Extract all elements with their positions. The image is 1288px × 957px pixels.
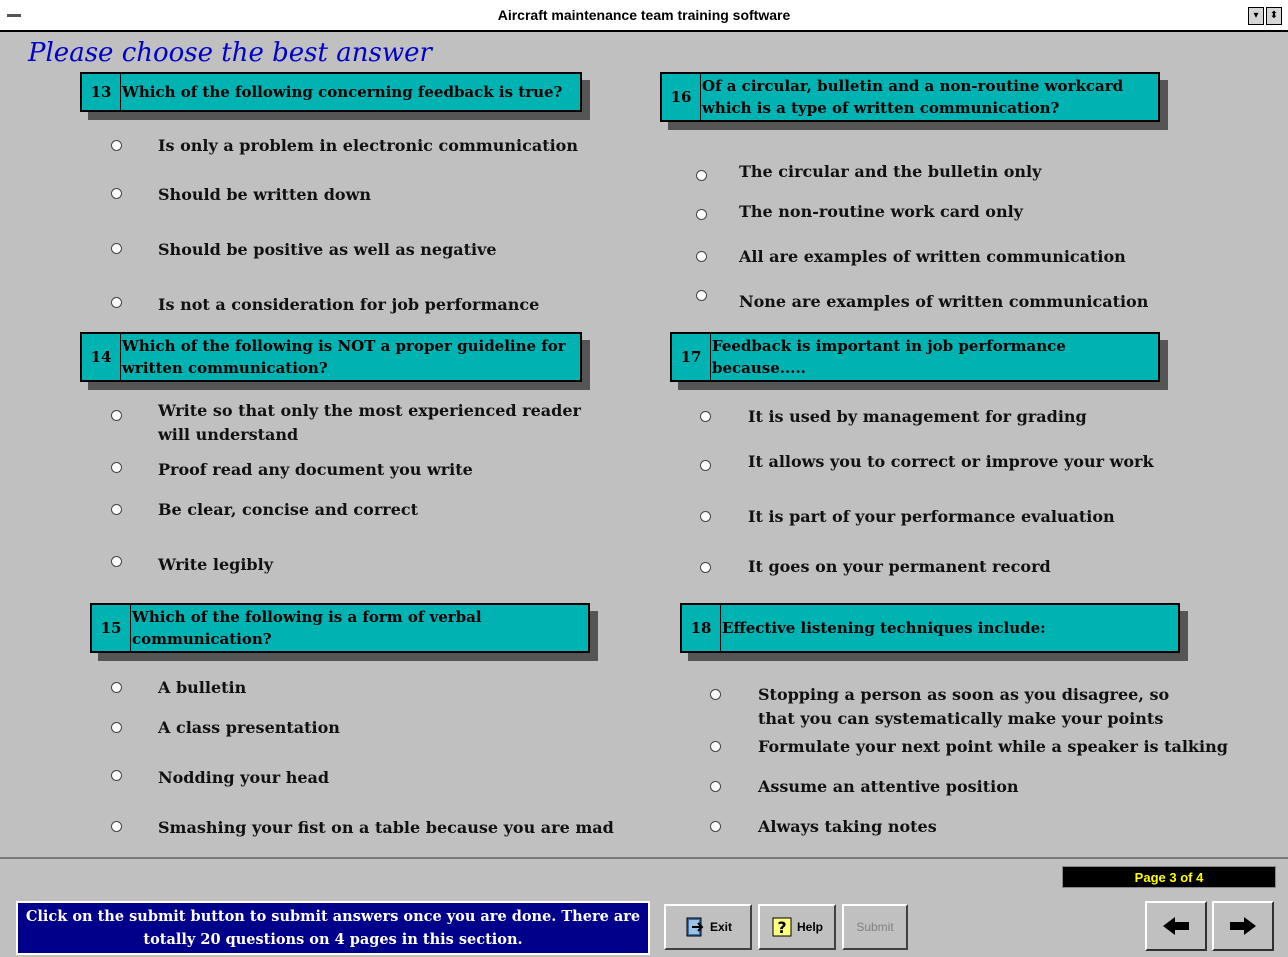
question-number: 13 <box>82 74 121 110</box>
q14-option-4-label[interactable]: Write legibly <box>158 553 273 577</box>
page-indicator: Page 3 of 4 <box>1062 866 1276 888</box>
title-bar: Aircraft maintenance team training softw… <box>0 0 1288 32</box>
q17-option-1-radio[interactable] <box>700 411 711 422</box>
maximize-button[interactable]: ⬍ <box>1266 7 1282 25</box>
q17-option-4-radio[interactable] <box>700 562 711 573</box>
window-frame <box>0 32 8 957</box>
q15-option-1-label[interactable]: A bulletin <box>158 676 246 700</box>
exit-button[interactable]: Exit <box>664 904 752 950</box>
q17-option-4-label[interactable]: It goes on your permanent record <box>748 555 1051 579</box>
help-button-label: Help <box>796 920 823 934</box>
question-16-box: 16 Of a circular, bulletin and a non-rou… <box>660 72 1160 122</box>
q17-option-2-radio[interactable] <box>700 460 711 471</box>
exit-button-label: Exit <box>709 920 732 934</box>
q15-option-4-label[interactable]: Smashing your fist on a table because yo… <box>158 816 614 840</box>
q17-option-3-label[interactable]: It is part of your performance evaluatio… <box>748 505 1115 529</box>
q18-option-3-radio[interactable] <box>710 781 721 792</box>
q13-option-3-label[interactable]: Should be positive as well as negative <box>158 238 497 262</box>
q13-option-4-label[interactable]: Is not a consideration for job performan… <box>158 293 539 317</box>
q15-option-3-label[interactable]: Nodding your head <box>158 766 329 790</box>
q15-option-2-radio[interactable] <box>111 722 122 733</box>
q17-option-1-label[interactable]: It is used by management for grading <box>748 405 1087 429</box>
q14-option-3-label[interactable]: Be clear, concise and correct <box>158 498 418 522</box>
previous-page-button[interactable] <box>1145 901 1207 951</box>
q13-option-2-label[interactable]: Should be written down <box>158 183 371 207</box>
next-page-button[interactable] <box>1212 901 1274 951</box>
q14-option-1-radio[interactable] <box>111 410 122 421</box>
q13-option-4-radio[interactable] <box>111 297 122 308</box>
question-text: Effective listening techniques include: <box>722 619 1046 637</box>
q18-option-4-radio[interactable] <box>710 821 721 832</box>
question-18-box: 18 Effective listening techniques includ… <box>680 603 1180 653</box>
q16-option-3-label[interactable]: All are examples of written communicatio… <box>739 245 1126 269</box>
q14-option-4-radio[interactable] <box>111 556 122 567</box>
q14-option-1-label[interactable]: Write so that only the most experienced … <box>158 399 598 447</box>
question-number: 18 <box>682 605 721 651</box>
info-message: Click on the submit button to submit ans… <box>16 901 650 955</box>
q15-option-3-radio[interactable] <box>111 770 122 781</box>
q18-option-1-label[interactable]: Stopping a person as soon as you disagre… <box>758 683 1198 731</box>
minimize-button[interactable]: ▾ <box>1248 7 1264 25</box>
q16-option-1-label[interactable]: The circular and the bulletin only <box>739 160 1041 184</box>
q16-option-1-radio[interactable] <box>696 170 707 181</box>
q15-option-2-label[interactable]: A class presentation <box>158 716 340 740</box>
arrow-left-icon <box>1163 917 1189 935</box>
help-button[interactable]: ? Help <box>758 904 836 950</box>
q13-option-1-label[interactable]: Is only a problem in electronic communic… <box>158 134 578 158</box>
q16-option-2-radio[interactable] <box>696 209 707 220</box>
q18-option-3-label[interactable]: Assume an attentive position <box>758 775 1019 799</box>
question-number: 16 <box>662 74 701 120</box>
question-17-box: 17 Feedback is important in job performa… <box>670 332 1160 382</box>
q13-option-2-radio[interactable] <box>111 188 122 199</box>
q18-option-1-radio[interactable] <box>710 689 721 700</box>
question-13-box: 13 Which of the following concerning fee… <box>80 72 582 112</box>
q18-option-4-label[interactable]: Always taking notes <box>758 815 937 839</box>
question-14-box: 14 Which of the following is NOT a prope… <box>80 332 582 382</box>
q13-option-1-radio[interactable] <box>111 140 122 151</box>
submit-button[interactable]: Submit <box>842 904 908 950</box>
instruction-heading: Please choose the best answer <box>28 38 432 68</box>
submit-button-label: Submit <box>856 920 894 934</box>
question-text: Which of the following is a form of verb… <box>132 608 482 648</box>
question-text: Feedback is important in job performance… <box>712 337 1066 377</box>
q15-option-4-radio[interactable] <box>111 821 122 832</box>
svg-text:?: ? <box>777 918 786 937</box>
arrow-right-icon <box>1230 917 1256 935</box>
q18-option-2-label[interactable]: Formulate your next point while a speake… <box>758 735 1228 759</box>
q16-option-4-label[interactable]: None are examples of written communicati… <box>739 290 1148 314</box>
q16-option-2-label[interactable]: The non-routine work card only <box>739 200 1023 224</box>
question-text: Which of the following concerning feedba… <box>122 83 563 101</box>
exit-icon <box>686 917 704 937</box>
question-number: 14 <box>82 334 121 380</box>
question-text: Of a circular, bulletin and a non-routin… <box>702 77 1124 117</box>
q17-option-3-radio[interactable] <box>700 511 711 522</box>
q14-option-3-radio[interactable] <box>111 504 122 515</box>
question-15-box: 15 Which of the following is a form of v… <box>90 603 590 653</box>
question-number: 15 <box>92 605 131 651</box>
q13-option-3-radio[interactable] <box>111 243 122 254</box>
q16-option-3-radio[interactable] <box>696 251 707 262</box>
q15-option-1-radio[interactable] <box>111 682 122 693</box>
question-text: Which of the following is NOT a proper g… <box>122 337 566 377</box>
window-title: Aircraft maintenance team training softw… <box>497 7 791 23</box>
question-number: 17 <box>672 334 711 380</box>
q17-option-2-label[interactable]: It allows you to correct or improve your… <box>748 450 1154 474</box>
q16-option-4-radio[interactable] <box>696 290 707 301</box>
q14-option-2-label[interactable]: Proof read any document you write <box>158 458 473 482</box>
q18-option-2-radio[interactable] <box>710 741 721 752</box>
q14-option-2-radio[interactable] <box>111 462 122 473</box>
help-icon: ? <box>772 917 792 937</box>
